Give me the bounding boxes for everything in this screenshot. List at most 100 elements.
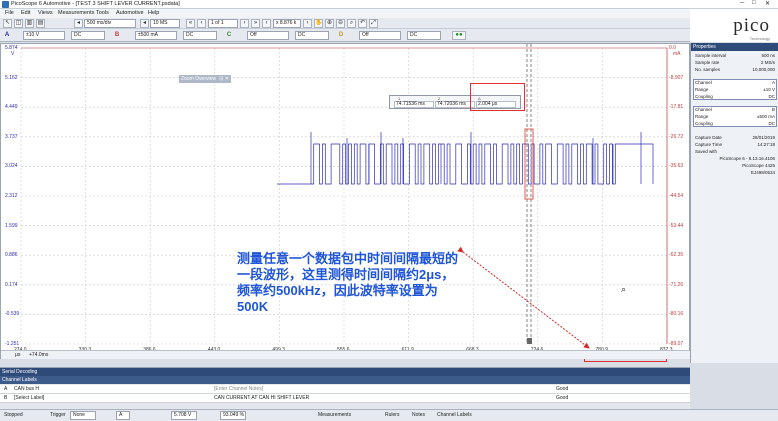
- channel-b-button[interactable]: B: [113, 30, 121, 40]
- timebase-down-icon[interactable]: ◂: [74, 19, 83, 28]
- property-key: Coupling: [695, 94, 713, 99]
- zoom-area-icon[interactable]: ⌕: [347, 19, 356, 28]
- channel-a-coupling[interactable]: DC: [71, 31, 105, 40]
- property-row: Capture Time 14:27:18: [693, 142, 777, 148]
- zoom-plus-icon[interactable]: ›: [303, 19, 312, 28]
- samples-down-icon[interactable]: ◂: [140, 19, 149, 28]
- row-label[interactable]: [Select Label]: [14, 394, 44, 403]
- capture-toolbar: ↖ ◫ ▥ ▤ ◂ 500 ms/div ◂ 10 MS « ‹ 1 of 1 …: [0, 18, 690, 29]
- channel-b-coupling[interactable]: DC: [183, 31, 217, 40]
- left-axis-tick: 3.024: [5, 163, 18, 170]
- channel-a-button[interactable]: A: [3, 30, 11, 40]
- saved-with-line: EJ498/0534: [750, 170, 775, 175]
- channel-d-range[interactable]: Off: [359, 31, 401, 40]
- last-page-icon[interactable]: »: [251, 19, 260, 28]
- annotation-arrow: [457, 246, 590, 349]
- logo-text: pico: [733, 15, 770, 36]
- channel-d-coupling[interactable]: DC: [407, 31, 441, 40]
- property-row: No. samples 10,000,000: [693, 67, 777, 73]
- menu-help[interactable]: Help: [148, 10, 159, 16]
- channel-c-button[interactable]: C: [225, 30, 233, 40]
- property-value: A: [771, 80, 775, 85]
- left-axis-unit: V: [11, 51, 15, 57]
- channel-d-button[interactable]: D: [337, 30, 345, 40]
- trigger-mode-select[interactable]: None: [70, 411, 96, 420]
- trigger-level-input[interactable]: 5.708 V: [171, 411, 197, 420]
- zoom-overview-close-icon[interactable]: ⊡ ✕: [219, 75, 229, 83]
- scope-plot[interactable]: 5.874 5.162 4.449 3.737 3.024 2.312 1.599 0.886…: [0, 43, 691, 362]
- scope-mode-icon[interactable]: ◫: [14, 19, 23, 28]
- menu-views[interactable]: Views: [38, 10, 53, 16]
- property-value: ±500 mA: [757, 114, 775, 119]
- channel-a-range[interactable]: ±10 V: [23, 31, 65, 40]
- row-label[interactable]: CAN bus H: [14, 385, 39, 394]
- row-note[interactable]: [Enter Channel Notes]: [214, 385, 263, 394]
- property-value: B: [771, 107, 775, 112]
- zoom-fit-icon[interactable]: ⤢: [369, 19, 378, 28]
- row-note[interactable]: CAN CURRENT AT CAN HI SHIFT LEVER: [214, 394, 309, 403]
- measurements-button[interactable]: Measurements: [318, 412, 351, 418]
- channel-c-range[interactable]: Off: [247, 31, 289, 40]
- zoom-overview-bar[interactable]: Zoom Overview ⊡ ✕: [179, 75, 231, 83]
- rulers-button[interactable]: Rulers: [385, 412, 399, 418]
- properties-header: Properties: [691, 43, 778, 51]
- pointer-tool-icon[interactable]: ↖: [3, 19, 12, 28]
- property-key: Saved with: [695, 149, 718, 154]
- left-axis-tick: 2.312: [5, 193, 18, 199]
- trigger-channel-select[interactable]: A: [116, 411, 130, 420]
- left-axis-tick: 3.737: [5, 133, 18, 140]
- next-page-icon[interactable]: ›: [240, 19, 249, 28]
- zoom-out-icon[interactable]: ⊖: [336, 19, 345, 28]
- property-key: Sample rate: [695, 60, 720, 65]
- ruler1-value: 74.71536 ms: [394, 101, 434, 108]
- notes-button[interactable]: Notes: [412, 412, 425, 418]
- channel-c-coupling[interactable]: DC: [295, 31, 329, 40]
- row-channel: B: [4, 395, 8, 401]
- zoom-in-icon[interactable]: ⊕: [325, 19, 334, 28]
- property-row: Channel A: [693, 80, 777, 86]
- window-title: PicoScope 6 Automotive - [TEST 3 SHIFT L…: [11, 1, 180, 7]
- channel-b-range[interactable]: ±500 mA: [135, 31, 177, 40]
- undo-zoom-icon[interactable]: ↶: [358, 19, 367, 28]
- menu-tools[interactable]: Tools: [96, 10, 109, 16]
- prev-page-icon[interactable]: ‹: [197, 19, 206, 28]
- left-axis-tick: 0.886: [5, 252, 18, 259]
- property-key: Capture Date: [695, 135, 722, 140]
- annotation-text: 测量任意一个数据包中时间间隔最短的一段波形，这里测得时间间隔约2μs，频率约50…: [237, 251, 459, 314]
- menu-edit[interactable]: Edit: [21, 10, 30, 16]
- ruler-handle: [527, 338, 532, 344]
- zoom-minus-icon[interactable]: ‹: [262, 19, 271, 28]
- capture-state[interactable]: Stopped: [4, 412, 23, 418]
- minimize-icon[interactable]: ─: [740, 0, 744, 6]
- property-key: Range: [695, 87, 709, 92]
- right-axis-tick: -44.54: [669, 193, 684, 199]
- menu-automotive[interactable]: Automotive: [116, 10, 144, 16]
- menu-measurements[interactable]: Measurements: [58, 10, 94, 16]
- left-axis-tick: 0.174: [5, 281, 18, 288]
- hand-tool-icon[interactable]: ✋: [314, 19, 323, 28]
- run-stop-icon[interactable]: ●●: [452, 31, 466, 40]
- table-row[interactable]: B [Select Label] CAN CURRENT AT CAN HI S…: [0, 394, 690, 403]
- trigger-label: Trigger: [50, 412, 66, 418]
- pretrigger-input[interactable]: 93.049 %: [220, 411, 246, 420]
- persistence-icon[interactable]: ▤: [36, 19, 45, 28]
- property-key: Coupling: [695, 121, 713, 126]
- timebase-select[interactable]: 500 ms/div: [84, 19, 136, 28]
- x-axis-unit: μs: [15, 352, 21, 358]
- property-row: EJ498/0534: [693, 170, 777, 176]
- first-page-icon[interactable]: «: [186, 19, 195, 28]
- menu-file[interactable]: File: [5, 10, 14, 16]
- channel-labels-button[interactable]: Channel Labels: [437, 412, 472, 418]
- magnifier-icon[interactable]: ⌕: [621, 284, 626, 295]
- close-icon[interactable]: ✕: [765, 0, 770, 7]
- property-key: Capture Time: [695, 142, 723, 147]
- samples-select[interactable]: 10 MS: [150, 19, 180, 28]
- spectrum-mode-icon[interactable]: ▥: [25, 19, 34, 28]
- maximize-icon[interactable]: □: [752, 0, 756, 6]
- property-row: Sample rate 2 MS/s: [693, 60, 777, 66]
- left-axis-tick: 5.162: [5, 74, 18, 81]
- table-row[interactable]: A CAN bus H [Enter Channel Notes] Good: [0, 385, 690, 394]
- properties-panel: Properties Sample interval 500 ns Sample r…: [690, 43, 778, 363]
- row-status: Good: [556, 386, 569, 392]
- right-axis-tick: -26.72: [669, 133, 684, 140]
